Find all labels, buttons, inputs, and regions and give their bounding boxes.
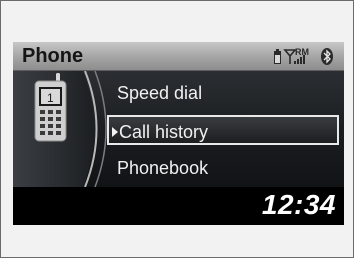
cellphone-icon: 1 bbox=[34, 73, 67, 142]
bluetooth-icon bbox=[321, 48, 333, 65]
menu-item-label: Call history bbox=[119, 122, 209, 142]
title-bar: Phone RM bbox=[13, 42, 344, 71]
clock: 12:34 bbox=[261, 189, 336, 220]
battery-icon bbox=[274, 49, 281, 64]
status-icons: RM bbox=[274, 47, 333, 65]
menu-item-speed-dial[interactable]: Speed dial bbox=[107, 78, 339, 108]
menu-item-phonebook[interactable]: Phonebook bbox=[107, 153, 339, 183]
phone-screen-number: 1 bbox=[47, 91, 54, 105]
page-frame: Phone RM 1 Speed dial Call history Phone… bbox=[0, 0, 354, 258]
menu-panel: 1 Speed dial Call history Phonebook bbox=[13, 71, 344, 187]
phone-screen: Phone RM 1 Speed dial Call history Phone… bbox=[13, 42, 344, 225]
menu-item-label: Speed dial bbox=[117, 83, 203, 103]
menu-item-label: Phonebook bbox=[117, 158, 209, 178]
selection-pointer-icon bbox=[112, 127, 118, 137]
phone-graphic: 1 bbox=[13, 71, 107, 187]
roaming-label: RM bbox=[295, 47, 309, 57]
page-title: Phone bbox=[22, 45, 84, 67]
menu-item-call-history[interactable]: Call history bbox=[107, 115, 339, 145]
